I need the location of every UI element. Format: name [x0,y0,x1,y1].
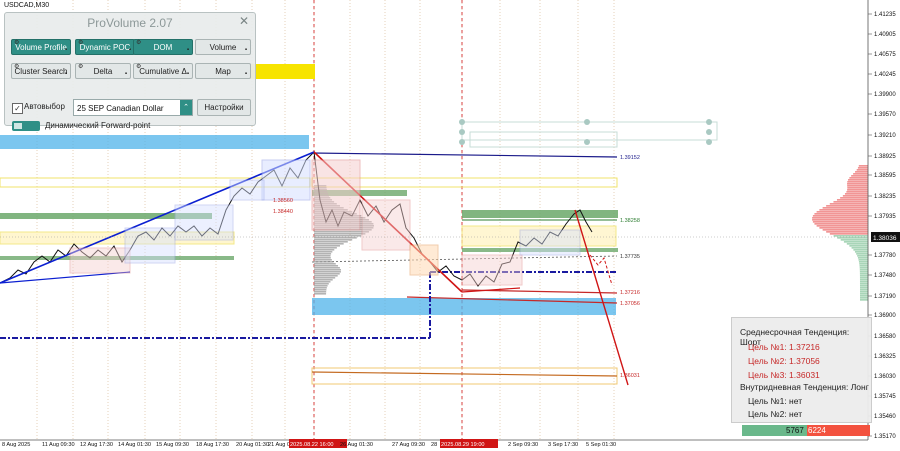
close-icon[interactable]: ✕ [239,14,249,28]
price-axis-label: 1.35745 [874,394,896,400]
price-axis-label: 1.36325 [874,354,896,360]
gear-icon[interactable]: ⚙ [78,35,83,51]
buy-volume: 5767 [786,426,804,435]
time-axis-label: 18 Aug 17:30 [196,442,229,448]
provolume-panel[interactable]: ProVolume 2.07 ✕ ⚙ Volume Profile ▪ ⚙ Dynam… [4,12,256,131]
price-axis-label: 1.35460 [874,414,896,420]
price-axis-label: 1.41235 [874,12,896,18]
gear-icon[interactable]: ⚙ [136,35,141,51]
long-target-2: Цель №2: нет [748,409,803,419]
current-price-label: 1.38036 [873,235,897,242]
level-label: 1.38258 [620,218,640,224]
chevron-down-icon[interactable]: ⌃ [180,100,192,115]
sell-volume: 6224 [808,426,826,435]
price-axis-label: 1.36030 [874,374,896,380]
gear-icon[interactable]: ⚙ [136,59,141,75]
price-axis-label: 1.39900 [874,92,896,98]
level-label: 1.39152 [620,155,640,161]
price-axis-label: 1.35170 [874,434,896,440]
time-axis-label: 27 Aug 09:30 [392,442,425,448]
instrument-select[interactable]: 25 SEP Canadian Dollar ⌃ [73,99,193,116]
time-axis-label: 15 Aug 09:30 [156,442,189,448]
cluster-search-button[interactable]: ⚙ Cluster Search ▪ [11,63,71,79]
price-axis-label: 1.37190 [874,294,896,300]
level-label: 1.38560 [273,198,293,204]
cumulative-delta-button[interactable]: ⚙ Cumulative Δ ▪ [133,63,193,79]
symbol-label: USDCAD,M30 [4,2,50,9]
long-target-1: Цель №1: нет [748,396,803,406]
settings-button[interactable]: Настройки [197,99,251,116]
volume-button[interactable]: Volume ▪ [195,39,251,55]
time-axis-label: 14 Aug 01:30 [118,442,151,448]
price-axis-label: 1.39210 [874,133,896,139]
trend-info-box: Среднесрочная Тенденция: Шорт Цель №1: 1… [731,317,872,423]
time-axis-label: 12 Aug 17:30 [80,442,113,448]
level-label: 1.37735 [620,254,640,260]
price-axis-label: 1.40905 [874,32,896,38]
level-label: 1.38440 [273,209,293,215]
price-axis-label: 1.38925 [874,154,896,160]
dom-button[interactable]: ⚙ DOM ▪ [133,39,193,55]
forward-point-toggle[interactable] [12,121,40,131]
price-axis-label: 1.40575 [874,52,896,58]
panel-title: ProVolume 2.07 [87,16,173,30]
time-axis-label: 11 Aug 09:30 [42,442,75,448]
support-zone-upper [0,135,309,149]
map-button[interactable]: Map ▪ [195,63,251,79]
short-target-2: Цель №2: 1.37056 [748,356,820,366]
time-axis-label: 2025.08.29 19:00 [441,442,485,448]
forward-point-label: Динамический Forward-point [45,121,151,130]
gear-icon[interactable]: ⚙ [78,59,83,75]
long-trend-title: Внутридневная Тенденция: Лонг [740,382,869,392]
time-axis-label: 3 Sep 17:30 [548,442,578,448]
level-label: 1.37056 [620,301,640,307]
price-axis-label: 1.40245 [874,72,896,78]
price-axis-label: 1.37935 [874,214,896,220]
gear-icon[interactable]: ⚙ [14,59,19,75]
price-axis-label: 1.37780 [874,253,896,259]
auto-select-checkbox[interactable]: ✓ [12,103,23,114]
short-target-3: Цель №3: 1.36031 [748,370,820,380]
time-axis-label: 2 Sep 09:30 [508,442,538,448]
volume-profile-button[interactable]: ⚙ Volume Profile ▪ [11,39,71,55]
support-zone-lower [312,298,616,315]
time-axis-label: 5 Sep 01:30 [586,442,616,448]
price-axis-label: 1.38235 [874,194,896,200]
volume-balance-bar: 5767 6224 [742,425,870,436]
price-axis-label: 1.39570 [874,112,896,118]
level-label: 1.37216 [620,290,640,296]
delta-button[interactable]: ⚙ Delta ▪ [75,63,131,79]
time-axis-label: 20 Aug 01:30 [236,442,269,448]
time-axis-label: 28 [431,442,437,448]
price-axis-label: 1.36900 [874,313,896,319]
level-label: 1.36031 [620,373,640,379]
gear-icon[interactable]: ⚙ [14,35,19,51]
price-axis-label: 1.37480 [874,273,896,279]
time-axis-label: 8 Aug 2025 [2,442,30,448]
auto-select-label: Автовыбор [24,102,65,111]
price-axis-label: 1.36580 [874,334,896,340]
price-axis-label: 1.38595 [874,173,896,179]
short-target-1: Цель №1: 1.37216 [748,342,820,352]
time-axis-label: 2025.08.22 16:00 [290,442,334,448]
dynamic-poc-button[interactable]: ⚙ Dynamic POC ▪ [75,39,135,55]
time-axis-label: 26 Aug 01:30 [340,442,373,448]
